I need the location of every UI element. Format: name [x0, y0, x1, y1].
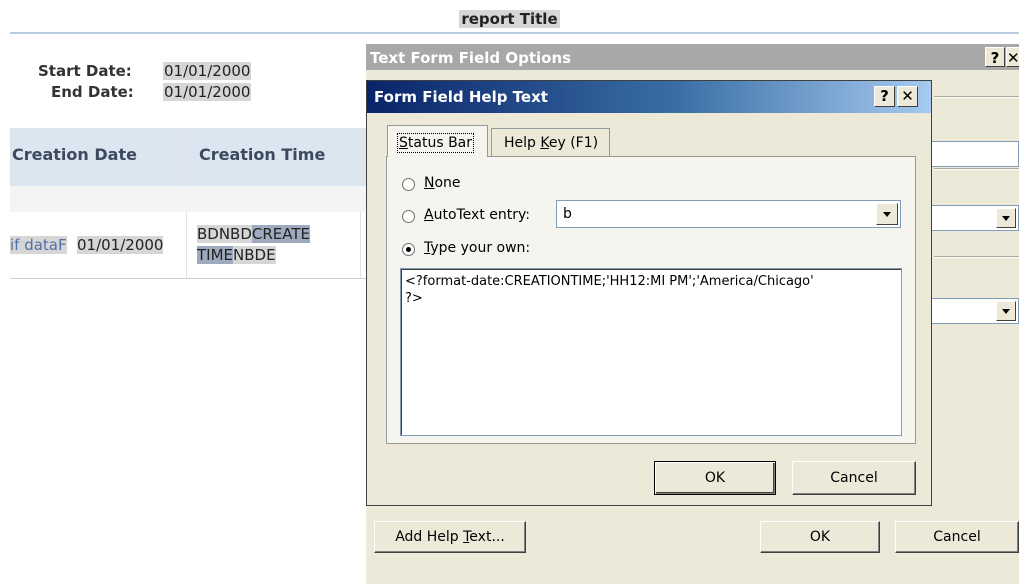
start-date-label: Start Date:	[38, 62, 132, 80]
outer-help-button[interactable]: ?	[985, 47, 1005, 67]
autotext-dropdown-arrow[interactable]	[876, 203, 898, 225]
outer-group-separator	[934, 168, 1019, 170]
tab-help-key[interactable]: Help Key (F1)	[491, 128, 610, 156]
start-date-value[interactable]: 01/01/2000	[163, 62, 252, 80]
row-creation-time-line1[interactable]: BDNBDCREATE	[197, 225, 311, 243]
end-date-label: End Date:	[51, 83, 134, 101]
help-dialog-titlebar: Form Field Help Text	[367, 81, 931, 113]
outer-dialog-titlebar: Text Form Field Options	[366, 44, 1019, 70]
outer-format-dropdown-arrow[interactable]	[996, 301, 1016, 321]
outer-cancel-button[interactable]: Cancel	[895, 521, 1019, 553]
radio-autotext-label[interactable]: AutoText entry:	[424, 207, 530, 223]
title-divider	[10, 32, 1019, 34]
radio-type-your-own-label[interactable]: Type your own:	[424, 240, 530, 256]
help-dialog-help-button[interactable]: ?	[874, 86, 895, 107]
outer-ok-button[interactable]: OK	[760, 521, 880, 553]
outer-close-button[interactable]: ✕	[1006, 47, 1019, 67]
outer-default-text-field[interactable]	[926, 141, 1019, 167]
column-header-creation-date: Creation Date	[12, 145, 137, 164]
radio-none[interactable]	[402, 178, 415, 191]
table-band-row	[10, 186, 370, 212]
outer-group-separator	[934, 96, 1019, 98]
report-title: report Title	[459, 10, 560, 28]
end-date-value[interactable]: 01/01/2000	[163, 83, 252, 101]
outer-type-dropdown-arrow[interactable]	[996, 208, 1016, 228]
help-dialog-title: Form Field Help Text	[374, 88, 548, 106]
radio-autotext-entry[interactable]	[402, 210, 415, 223]
tab-help-key-label: Help Key (F1)	[504, 135, 599, 151]
help-dialog-ok-button[interactable]: OK	[654, 461, 776, 495]
outer-dialog-title: Text Form Field Options	[370, 49, 572, 67]
help-text-textarea[interactable]: <?format-date:CREATIONTIME;'HH12:MI PM';…	[400, 268, 902, 436]
row-creation-time-line2[interactable]: TIMENBDE	[197, 246, 276, 264]
radio-none-label[interactable]: None	[424, 175, 461, 191]
outer-group-separator	[934, 256, 1019, 258]
help-dialog-close-button[interactable]: ✕	[897, 86, 918, 107]
row-creation-date[interactable]: 01/01/2000	[77, 236, 164, 254]
add-help-text-button[interactable]: Add Help Text...	[374, 521, 526, 553]
tab-status-bar-label: Status Bar	[396, 133, 475, 153]
tab-status-bar[interactable]: Status Bar	[387, 125, 488, 157]
column-header-creation-time: Creation Time	[199, 145, 326, 164]
help-dialog-cancel-button[interactable]: Cancel	[792, 461, 916, 495]
autotext-combobox[interactable]: b	[556, 200, 901, 228]
row-field-prefix[interactable]: if dataF	[10, 236, 67, 254]
radio-type-your-own[interactable]	[402, 243, 415, 256]
autotext-value: b	[563, 206, 572, 222]
